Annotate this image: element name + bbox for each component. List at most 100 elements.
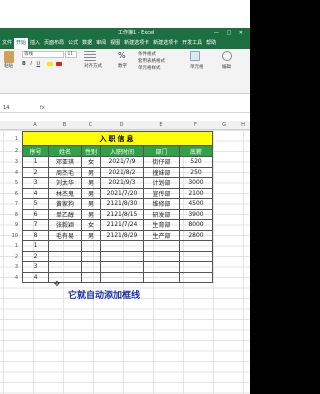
table-cell[interactable]: 张毅颖: [48, 219, 82, 231]
header-cell[interactable]: 底薪: [179, 145, 213, 157]
table-row[interactable]: 2 周杰毛男 2021/8/2 撞妹部 250: [22, 166, 213, 178]
table-cell[interactable]: 8000: [179, 219, 213, 231]
table-cell[interactable]: [48, 250, 82, 262]
table-cell[interactable]: [48, 261, 82, 273]
column-header-h[interactable]: H: [236, 121, 250, 130]
conditional-format-button[interactable]: 条件格式: [138, 51, 165, 58]
header-cell[interactable]: 入职时间: [100, 145, 144, 157]
table-cell[interactable]: [143, 261, 180, 273]
table-row[interactable]: 2: [22, 250, 213, 262]
tab-8[interactable]: 新建选项卡: [122, 38, 151, 49]
column-header-f[interactable]: F: [179, 121, 212, 130]
table-cell[interactable]: 2: [22, 166, 49, 178]
cells-icon[interactable]: [190, 51, 200, 61]
name-box[interactable]: 14: [3, 105, 31, 112]
cell-style-button[interactable]: 单元格样式: [138, 65, 165, 72]
table-cell[interactable]: 单乙醇: [48, 208, 82, 220]
tab-4[interactable]: 公式: [66, 38, 80, 49]
column-header-d[interactable]: D: [100, 121, 143, 130]
table-cell[interactable]: 8: [22, 229, 49, 241]
table-cell[interactable]: [100, 261, 144, 273]
bold-button[interactable]: B: [22, 61, 26, 67]
column-header-b[interactable]: B: [48, 121, 81, 130]
table-cell[interactable]: 2121/8/30: [100, 198, 144, 210]
table-row[interactable]: 4: [22, 271, 213, 283]
table-row[interactable]: 3: [22, 261, 213, 273]
table-cell[interactable]: 2021/9/3: [100, 177, 144, 189]
table-cell[interactable]: [81, 240, 101, 252]
fx-icon[interactable]: fx: [40, 104, 45, 113]
table-cell[interactable]: [100, 271, 144, 283]
row-header[interactable]: 5: [0, 178, 22, 189]
italic-button[interactable]: I: [30, 61, 31, 67]
table-cell[interactable]: 2: [22, 250, 49, 262]
find-icon[interactable]: [222, 51, 232, 61]
table-cell[interactable]: 黄家狗: [48, 198, 82, 210]
table-cell[interactable]: [179, 261, 213, 273]
table-cell[interactable]: 计划部: [143, 177, 180, 189]
table-cell[interactable]: 3900: [179, 208, 213, 220]
table-cell[interactable]: 2100: [179, 187, 213, 199]
table-cell[interactable]: 2121/8/15: [100, 208, 144, 220]
table-row[interactable]: 1: [22, 240, 213, 252]
table-cell[interactable]: 1: [22, 156, 49, 168]
tab-2[interactable]: 插入: [28, 38, 42, 49]
info-table[interactable]: 入职信息 序号 姓名 性别 入职时间 部门 底薪 1 邓亚琪女 2021/7/9 街仔部 520 2…: [22, 131, 213, 283]
column-header-a[interactable]: A: [22, 121, 48, 130]
fill-color-icon[interactable]: [46, 61, 53, 66]
table-cell[interactable]: 7: [22, 219, 49, 231]
table-cell[interactable]: 2021/8/2: [100, 166, 144, 178]
table-cell[interactable]: 男: [81, 198, 101, 210]
row-header[interactable]: 3: [0, 157, 22, 168]
percent-icon[interactable]: %: [118, 51, 127, 60]
tab-0[interactable]: 文件: [0, 38, 14, 49]
row-header[interactable]: 7: [0, 199, 22, 210]
table-cell[interactable]: 周杰毛: [48, 166, 82, 178]
table-cell[interactable]: 毛有易: [48, 229, 82, 241]
table-cell[interactable]: 研发部: [143, 208, 180, 220]
table-cell[interactable]: [100, 250, 144, 262]
table-cell[interactable]: [81, 261, 101, 273]
align-icon[interactable]: [84, 51, 96, 61]
table-row[interactable]: 4 林杰鬼男 2021/7/20 宣传部 2100: [22, 187, 213, 199]
table-cell[interactable]: 4: [22, 187, 49, 199]
header-cell[interactable]: 部门: [143, 145, 180, 157]
table-cell[interactable]: [179, 271, 213, 283]
tab-1[interactable]: 开始: [14, 38, 29, 49]
table-cell[interactable]: 2121/7/24: [100, 219, 144, 231]
table-cell[interactable]: 520: [179, 156, 213, 168]
row-header[interactable]: 9: [0, 220, 22, 231]
table-cell[interactable]: 250: [179, 166, 213, 178]
tab-10[interactable]: 开发工具: [180, 38, 204, 49]
table-row[interactable]: 1 邓亚琪女 2021/7/9 街仔部 520: [22, 156, 213, 168]
table-cell[interactable]: 男: [81, 187, 101, 199]
row-header[interactable]: 6: [0, 189, 22, 200]
header-cell[interactable]: 性别: [81, 145, 101, 157]
table-cell[interactable]: [143, 250, 180, 262]
table-cell[interactable]: 男: [81, 166, 101, 178]
table-cell[interactable]: [48, 240, 82, 252]
table-cell[interactable]: 3: [22, 177, 49, 189]
table-cell[interactable]: 5: [22, 198, 49, 210]
table-row[interactable]: 6 单乙醇男 2121/8/15 研发部 3900: [22, 208, 213, 220]
table-cell[interactable]: 男: [81, 208, 101, 220]
table-row[interactable]: 8 毛有易男 2121/8/29 生产部 2800: [22, 229, 213, 241]
table-row[interactable]: 3 刘太华男 2021/9/3 计划部 3000: [22, 177, 213, 189]
table-cell[interactable]: 生育部: [143, 219, 180, 231]
table-cell[interactable]: 宣传部: [143, 187, 180, 199]
table-cell[interactable]: 4500: [179, 198, 213, 210]
table-title[interactable]: 入职信息: [22, 131, 213, 146]
table-cell[interactable]: [81, 271, 101, 283]
table-cell[interactable]: [81, 250, 101, 262]
table-cell[interactable]: 撞妹部: [143, 166, 180, 178]
table-cell[interactable]: 3: [22, 261, 49, 273]
table-cell[interactable]: 4: [22, 271, 49, 283]
table-cell[interactable]: 邓亚琪: [48, 156, 82, 168]
row-header[interactable]: 4: [0, 168, 22, 179]
column-header-g[interactable]: G: [212, 121, 236, 130]
table-cell[interactable]: 生产部: [143, 229, 180, 241]
row-header[interactable]: 8: [0, 210, 22, 221]
row-header[interactable]: 1: [0, 132, 22, 146]
font-color-icon[interactable]: [56, 61, 63, 66]
table-cell[interactable]: 女: [81, 219, 101, 231]
